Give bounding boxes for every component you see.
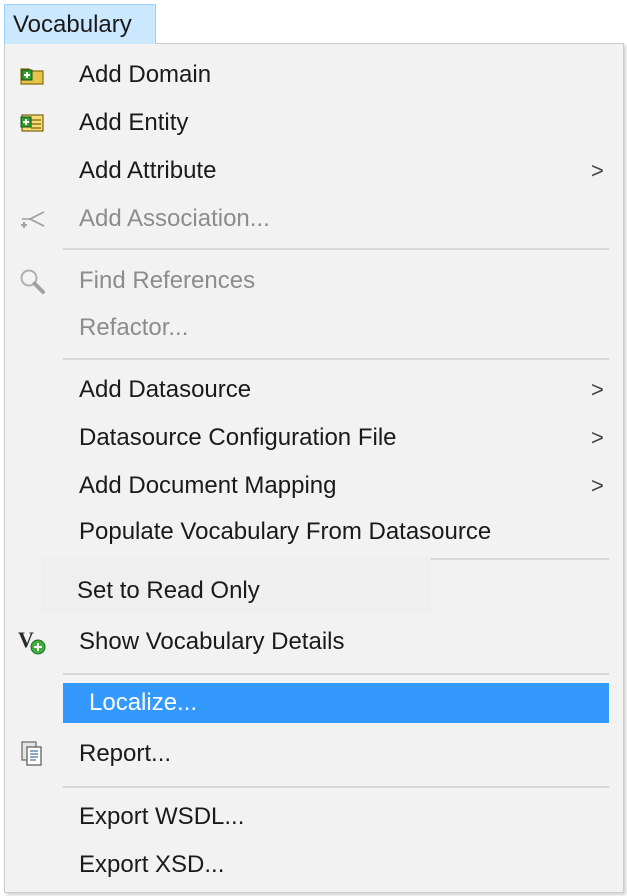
menu-item-add-attribute[interactable]: Add Attribute > [5,148,623,194]
menu-item-label: Set to Read Only [77,577,260,604]
menu-item-add-association[interactable]: Add Association... [5,196,623,242]
menu-item-label: Add Association... [79,205,270,232]
menu-item-report[interactable]: Report... [5,731,623,777]
menu-item-set-read-only[interactable]: Set to Read Only [5,568,623,614]
menu-item-label: Datasource Configuration File [79,424,397,451]
menu-separator [63,358,609,360]
menu-item-add-document-mapping[interactable]: Add Document Mapping > [5,463,623,509]
add-entity-icon [15,100,49,146]
menu-item-label: Add Datasource [79,376,252,403]
menu-item-label: Add Domain [79,61,212,88]
vocabulary-details-icon: V [15,619,49,665]
menu-separator [63,248,609,250]
association-icon [15,196,49,242]
submenu-arrow-icon: > [591,473,604,498]
submenu-arrow-icon: > [591,377,604,402]
submenu-arrow-icon: > [591,158,604,183]
submenu-arrow-icon: > [591,425,604,450]
menu-item-refactor[interactable]: Refactor... [5,305,623,351]
menu-item-localize[interactable]: Localize... [5,680,623,726]
menu-item-label: Show Vocabulary Details [79,628,345,655]
menu-item-label: Add Attribute [79,157,217,184]
menu-item-label: Refactor... [79,314,189,341]
menu-separator [63,673,609,675]
menu-item-find-references[interactable]: Find References [5,258,623,304]
add-domain-icon [15,52,49,98]
menu-item-label: Report... [79,740,172,767]
vocabulary-menu-tab[interactable]: Vocabulary [4,4,156,44]
menu-item-export-wsdl[interactable]: Export WSDL... [5,794,623,840]
menu-item-show-vocabulary-details[interactable]: V Show Vocabulary Details [5,619,623,665]
report-icon [15,731,49,777]
menu-item-label: Export WSDL... [79,803,245,830]
menu-item-export-xsd[interactable]: Export XSD... [5,842,623,888]
search-icon [15,258,49,304]
menu-item-populate-vocabulary[interactable]: Populate Vocabulary From Datasource [5,509,623,555]
menu-item-label: Find References [79,267,256,294]
menu-item-label: Add Entity [79,109,189,136]
vocabulary-dropdown-menu: Add Domain Add Entity Add Attribute > Ad… [4,43,624,893]
menu-item-datasource-configuration-file[interactable]: Datasource Configuration File > [5,415,623,461]
menu-item-label: Add Document Mapping [79,472,337,499]
menu-item-label: Localize... [89,689,198,716]
menu-item-label: Export XSD... [79,851,225,878]
menu-item-add-domain[interactable]: Add Domain [5,52,623,98]
menu-item-add-entity[interactable]: Add Entity [5,100,623,146]
menu-separator [63,786,609,788]
menu-item-label: Populate Vocabulary From Datasource [79,518,492,545]
menu-item-add-datasource[interactable]: Add Datasource > [5,367,623,413]
